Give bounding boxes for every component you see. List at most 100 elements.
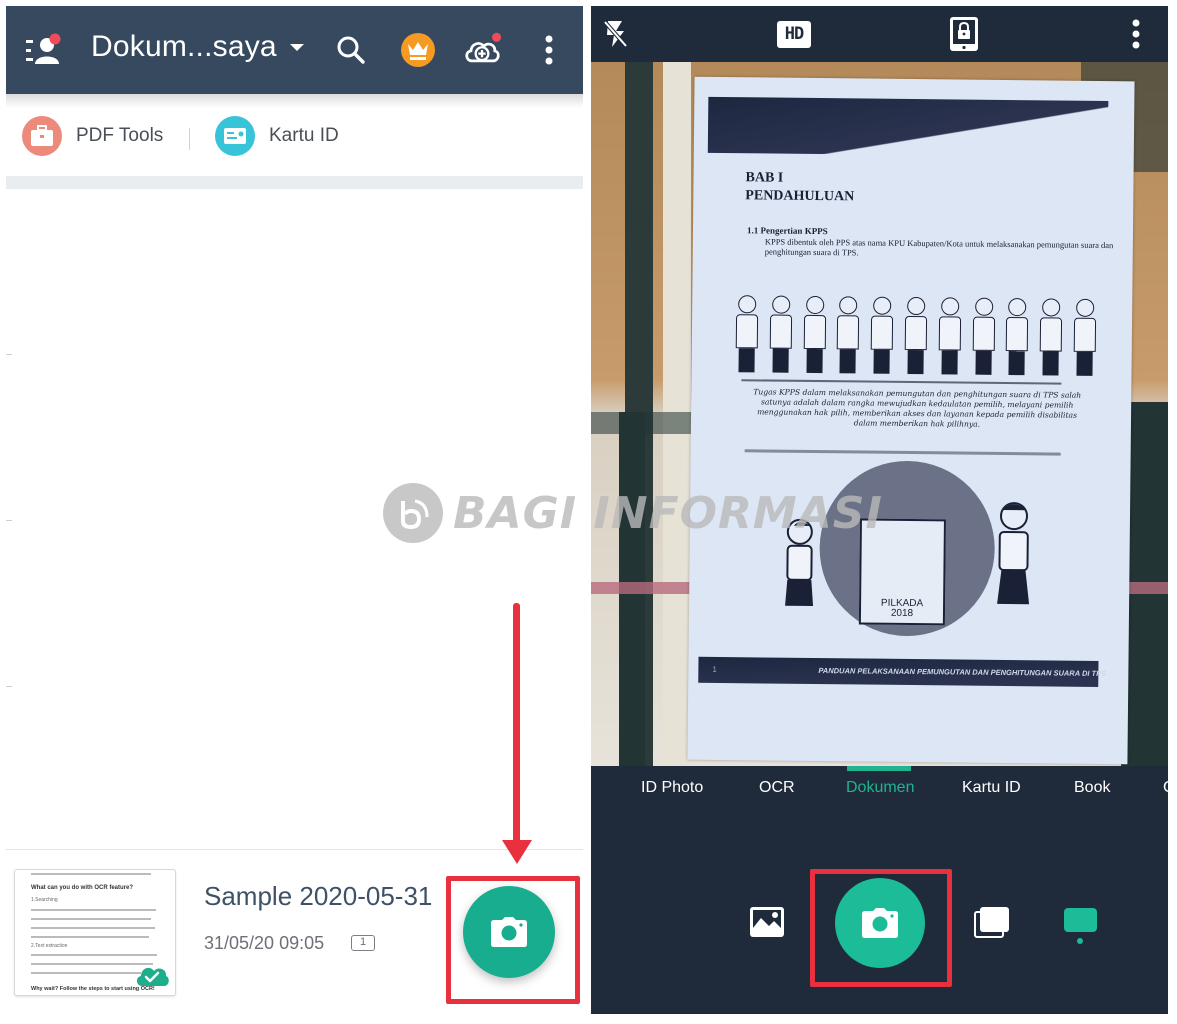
document-footer-text: PANDUAN PELAKSANAAN PEMUNGUTAN DAN PENGH… (818, 666, 1107, 679)
document-header-band (707, 96, 1109, 158)
cartoon-person (779, 518, 820, 618)
id-card-icon (215, 116, 255, 156)
thumb-text-line (31, 954, 157, 956)
cartoon-person (904, 296, 928, 375)
ballot-box: PILKADA 2018 (858, 518, 946, 626)
shortcut-divider (189, 128, 190, 150)
camera-icon (491, 917, 527, 947)
premium-button[interactable] (398, 30, 438, 70)
account-menu-icon (26, 33, 61, 64)
folder-title[interactable]: Dokum...saya (91, 30, 277, 64)
thumb-item: 2.Text extraction (31, 943, 68, 949)
cartoon-person (837, 296, 860, 374)
search-button[interactable] (331, 30, 371, 70)
document-list-screen: Dokum...saya PDF Tools Kartu ID What can… (6, 6, 583, 1016)
section-heading: 1.1 Pengertian KPPS (746, 225, 828, 237)
camera-viewfinder[interactable]: BAB I PENDAHULUAN 1.1 Pengertian KPPS KP… (591, 62, 1168, 766)
cartoon-person (1006, 298, 1029, 376)
ballot-label-line: 2018 (890, 607, 914, 620)
camera-controls (591, 812, 1168, 1014)
chapter-title: PENDAHULUAN (745, 188, 855, 205)
mode-ocr[interactable]: OCR (759, 779, 795, 797)
thumb-text-line (31, 909, 156, 911)
scroll-marker (6, 686, 12, 687)
section-separator (6, 176, 583, 189)
section-body: KPPS dibentuk oleh PPS atas nama KPU Kab… (764, 236, 1114, 258)
active-mode-indicator (847, 766, 911, 771)
annotation-arrow (513, 603, 520, 849)
single-mode-button[interactable] (1061, 904, 1101, 948)
more-vert-icon (545, 35, 553, 65)
selected-indicator-dot (1077, 938, 1083, 944)
cartoon-person (870, 296, 894, 374)
document-rule (741, 379, 1062, 385)
thumb-item: 1.Searching (31, 897, 58, 903)
cartoon-person (989, 500, 1034, 610)
thumb-heading: What can you do with OCR feature? (31, 885, 134, 891)
orientation-lock-button[interactable] (944, 14, 984, 54)
image-gallery-icon (750, 907, 784, 937)
thumb-text-line (31, 873, 151, 875)
mode-next-partial[interactable]: C (1163, 779, 1168, 797)
orientation-lock-icon (950, 17, 978, 51)
import-from-gallery-button[interactable] (747, 902, 787, 942)
document-chapter: BAB I PENDAHULUAN (745, 169, 854, 206)
cartoon-person (803, 295, 826, 374)
header-shadow (6, 94, 583, 108)
document-quote: Tugas KPPS dalam melaksanakan pemungutan… (753, 387, 1082, 429)
shortcut-bar: PDF Tools Kartu ID (6, 110, 583, 166)
mode-id-photo[interactable]: ID Photo (641, 779, 703, 797)
cartoon-person (1039, 298, 1063, 376)
batch-mode-icon (974, 907, 1009, 938)
scroll-marker (6, 354, 12, 355)
more-options-button[interactable] (529, 30, 569, 70)
cloud-synced-icon (136, 967, 169, 986)
camera-more-button[interactable] (1116, 14, 1156, 54)
list-divider (6, 849, 583, 850)
camera-top-bar: HD (591, 6, 1168, 62)
document-title[interactable]: Sample 2020-05-31 (204, 881, 432, 912)
camera-capture-fab[interactable] (463, 886, 555, 978)
document-footer-band: PANDUAN PELAKSANAAN PEMUNGUTAN DAN PENGH… (698, 656, 1106, 687)
camera-screen: HD BAB I PENDAHULUAN 1.1 Pengertian KPPS… (591, 6, 1168, 1014)
app-header: Dokum...saya (6, 6, 583, 94)
single-mode-icon (1064, 908, 1097, 932)
cloud-sync-button[interactable] (462, 30, 502, 70)
mode-kartu-id[interactable]: Kartu ID (962, 779, 1021, 797)
thumb-text-line (31, 972, 141, 974)
premium-crown-icon (401, 33, 435, 67)
document-page-number: 1 (712, 664, 717, 674)
capture-mode-selector: ID Photo OCR Dokumen Kartu ID Book C (591, 766, 1168, 812)
notification-dot (492, 32, 502, 42)
dropdown-caret-icon[interactable] (290, 44, 304, 51)
scroll-marker (6, 520, 12, 521)
more-vert-icon (1132, 19, 1140, 49)
scanned-document: BAB I PENDAHULUAN 1.1 Pengertian KPPS KP… (687, 76, 1135, 765)
camera-icon (862, 908, 898, 938)
cartoon-person (769, 295, 792, 373)
toolbox-icon (22, 116, 62, 156)
pdf-tools-shortcut[interactable]: PDF Tools (22, 114, 163, 158)
id-card-label: Kartu ID (269, 125, 339, 146)
flash-off-icon (603, 20, 628, 48)
officers-illustration (735, 282, 1097, 376)
mode-book[interactable]: Book (1074, 779, 1110, 797)
id-card-shortcut[interactable]: Kartu ID (215, 114, 339, 158)
account-menu-button[interactable] (24, 30, 64, 70)
cloud-upload-icon (465, 32, 502, 63)
thumb-text-line (31, 918, 151, 920)
document-date: 31/05/20 09:05 (204, 933, 325, 953)
pdf-tools-label: PDF Tools (76, 125, 164, 146)
batch-mode-button[interactable] (972, 902, 1012, 942)
hd-toggle-button[interactable]: HD (774, 14, 814, 54)
document-thumbnail[interactable]: What can you do with OCR feature? 1.Sear… (14, 869, 176, 996)
thumb-text-line (31, 927, 155, 929)
cartoon-person (735, 295, 759, 373)
chapter-number: BAB I (745, 170, 784, 186)
annotation-arrow-head (502, 840, 532, 864)
ballot-label: PILKADA 2018 (861, 598, 943, 619)
shutter-button[interactable] (835, 878, 925, 968)
thumb-text-line (31, 936, 149, 938)
flash-toggle-button[interactable] (596, 14, 636, 54)
mode-dokumen[interactable]: Dokumen (846, 779, 914, 797)
